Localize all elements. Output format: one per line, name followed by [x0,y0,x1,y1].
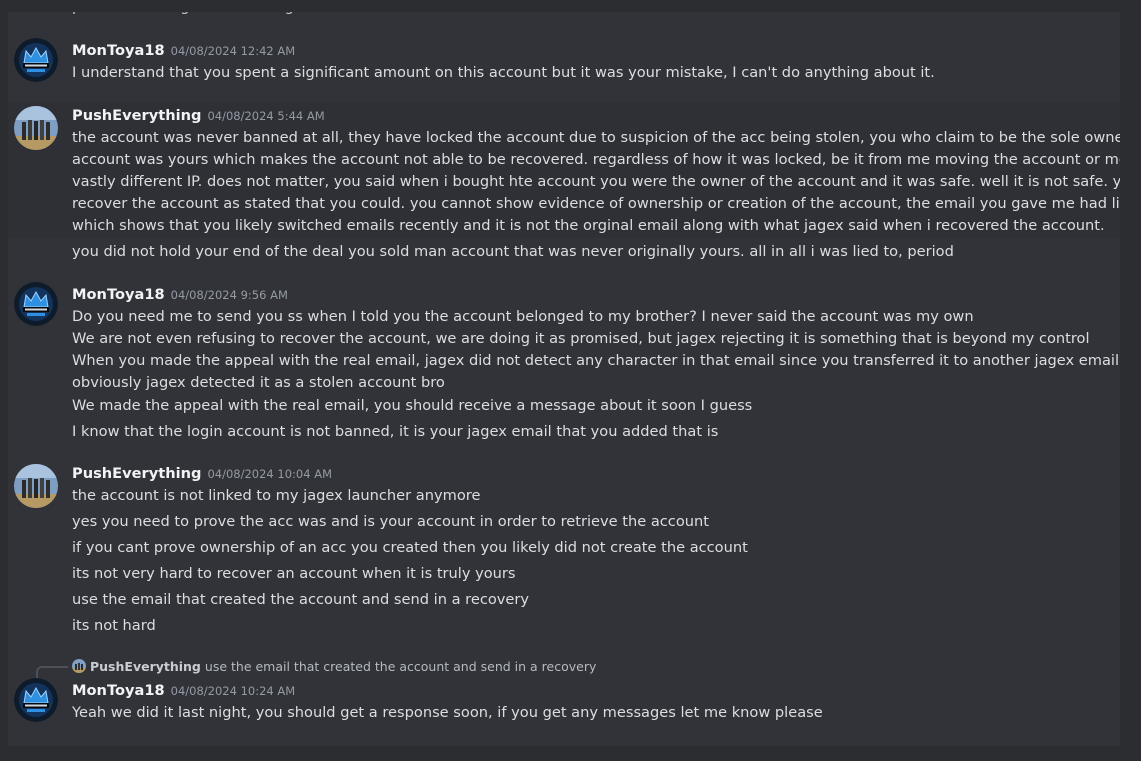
message-line: I know that the login account is not ban… [72,423,719,440]
message-line: We made the appeal with the real email, … [72,397,753,414]
message-line: obviously jagex detected it as a stolen … [72,374,445,391]
reply-text[interactable]: use the email that created the account a… [205,659,596,674]
timestamp[interactable]: 04/08/2024 5:44 AM [207,109,324,123]
message-header: MonToya18 04/08/2024 12:42 AM [72,40,295,61]
timestamp[interactable]: 04/08/2024 10:24 AM [171,684,296,698]
message-line: which shows that you likely switched ema… [72,217,1105,234]
timestamp[interactable]: 04/08/2024 9:56 AM [171,288,288,302]
message-line: account was yours which makes the accoun… [72,151,1120,168]
window-frame-right [1120,0,1141,761]
message-line: When you made the appeal with the real e… [72,352,1120,369]
message-line: yes you need to prove the acc was and is… [72,513,709,530]
message-header: PushEverything 04/08/2024 10:04 AM [72,463,332,484]
message-line: Do you need me to send you ss when I tol… [72,308,974,325]
username[interactable]: PushEverything [72,465,201,482]
message-line: vastly different IP. does not matter, yo… [72,173,1120,190]
message-line: its not very hard to recover an account … [72,565,516,582]
message-line: you did not hold your end of the deal yo… [72,243,954,260]
message-line: We are not even refusing to recover the … [72,330,1090,347]
montoya-avatar[interactable] [14,38,58,82]
username[interactable]: MonToya18 [72,42,165,59]
message-header: MonToya18 04/08/2024 9:56 AM [72,284,288,305]
username[interactable]: PushEverything [72,107,201,124]
message-line: Yeah we did it last night, you should ge… [72,704,823,721]
window-frame-bottom [0,746,1141,761]
message-line: I understand that you spent a significan… [72,64,935,81]
reply-avatar [72,659,86,673]
username[interactable]: MonToya18 [72,286,165,303]
message-line: the account was never banned at all, the… [72,129,1120,146]
timestamp[interactable]: 04/08/2024 10:04 AM [207,467,332,481]
message-header: PushEverything 04/08/2024 5:44 AM [72,105,325,126]
montoya-avatar[interactable] [14,282,58,326]
message-line: recover the account as stated that you c… [72,195,1120,212]
message-line: use the email that created the account a… [72,591,530,608]
push-avatar[interactable] [14,106,58,150]
push-avatar[interactable] [14,464,58,508]
message-line: the account is not linked to my jagex la… [72,487,481,504]
window-frame-top [0,0,1141,12]
timestamp[interactable]: 04/08/2024 12:42 AM [171,44,296,58]
reply-preview[interactable]: PushEverything use the email that created… [72,658,596,676]
message-line: its not hard [72,617,156,634]
chat-message-list: placed or changed for the original was b… [8,0,1120,746]
window-frame-left [0,0,8,761]
montoya-avatar[interactable] [14,678,58,722]
message-header: MonToya18 04/08/2024 10:24 AM [72,680,295,701]
username[interactable]: MonToya18 [72,682,165,699]
message-line: if you cant prove ownership of an acc yo… [72,539,748,556]
reply-username[interactable]: PushEverything [90,659,201,674]
